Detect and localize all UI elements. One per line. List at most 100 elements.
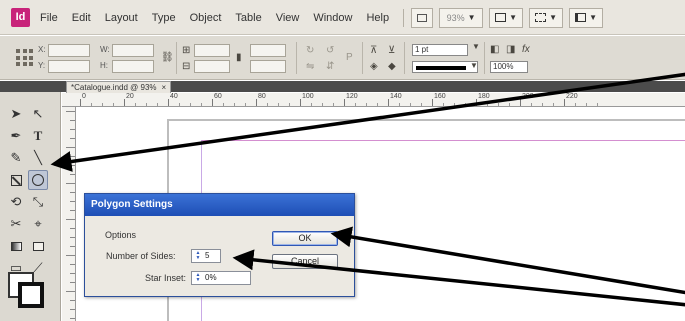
- chevron-down-icon: ▼: [589, 13, 598, 22]
- ruler-subtick: [421, 103, 422, 106]
- shear-field[interactable]: [250, 60, 286, 73]
- select-previous-icon[interactable]: ◈: [370, 61, 378, 72]
- ruler-tick: [66, 255, 75, 256]
- h-field[interactable]: [112, 60, 154, 73]
- ruler-tick: [66, 291, 75, 292]
- document-tab-title: *Catalogue.indd @ 93%: [71, 83, 157, 92]
- arrange-documents-button[interactable]: ▼: [569, 7, 604, 28]
- ruler-subtick: [487, 103, 488, 106]
- view-options-button[interactable]: ▼: [489, 7, 524, 28]
- selection-arrow-icon[interactable]: ➤: [6, 104, 26, 124]
- ruler-tick: [476, 99, 477, 106]
- line-icon[interactable]: ╲: [28, 148, 48, 168]
- ruler-subtick: [190, 103, 191, 106]
- menu-separator: [403, 8, 405, 27]
- ruler-subtick: [234, 103, 235, 106]
- w-field[interactable]: [112, 44, 154, 57]
- number-of-sides-input[interactable]: ▲ ▼ 5: [191, 249, 221, 263]
- chevron-down-icon: ▼: [467, 13, 476, 22]
- ruler-subtick: [498, 103, 499, 106]
- menu-file[interactable]: File: [40, 12, 58, 24]
- ruler-subtick: [333, 103, 334, 106]
- menu-view[interactable]: View: [276, 12, 300, 24]
- drop-shadow-icon[interactable]: ◧: [490, 44, 499, 55]
- cancel-button[interactable]: Cancel: [272, 254, 338, 269]
- polygon-icon[interactable]: [28, 170, 48, 190]
- rotate-90-cw-icon[interactable]: ↻: [306, 45, 314, 56]
- pen-icon[interactable]: ✒: [6, 126, 26, 146]
- ruler-number: 60: [214, 93, 222, 100]
- ruler-number: 140: [390, 93, 402, 100]
- ruler-tick: [70, 201, 75, 202]
- effects-icon[interactable]: ◨: [506, 44, 515, 55]
- ruler-subtick: [586, 103, 587, 106]
- stroke-weight-field[interactable]: 1 pt: [412, 44, 468, 56]
- pencil-icon[interactable]: ✎: [6, 148, 26, 168]
- star-inset-input[interactable]: ▲ ▼ 0%: [191, 271, 251, 285]
- ruler-subtick: [113, 103, 114, 106]
- star-inset-value: 0%: [205, 273, 217, 282]
- ruler-subtick: [267, 103, 268, 106]
- flip-vertical-icon[interactable]: ⇵: [326, 61, 334, 72]
- constrain-proportions-icon[interactable]: ⛓: [161, 52, 174, 63]
- constrain-scale-icon[interactable]: ▮: [236, 52, 242, 63]
- select-content-icon[interactable]: ⊻: [388, 45, 395, 56]
- select-container-icon[interactable]: ⊼: [370, 45, 377, 56]
- ruler-tick: [70, 138, 75, 139]
- reference-point-icon[interactable]: [16, 49, 34, 67]
- ruler-number: 100: [302, 93, 314, 100]
- direct-selection-icon[interactable]: ↖: [28, 104, 48, 124]
- ruler-tick: [70, 120, 75, 121]
- stepper-icon[interactable]: ▲ ▼: [194, 273, 202, 283]
- menu-window[interactable]: Window: [313, 12, 352, 24]
- ruler-subtick: [91, 103, 92, 106]
- fill-stroke-swatch[interactable]: [8, 272, 44, 308]
- scissors-icon[interactable]: ✂: [6, 214, 26, 234]
- scale-icon[interactable]: ⤡: [28, 192, 48, 212]
- stepper-icon[interactable]: ▲ ▼: [194, 251, 202, 261]
- stroke-weight-dropdown-icon[interactable]: ▼: [472, 42, 480, 51]
- control-separator: [484, 42, 485, 74]
- chevron-down-icon: ▼: [470, 61, 478, 70]
- chevron-down-icon: ▼: [549, 13, 558, 22]
- gradient-feather-icon[interactable]: [28, 236, 48, 256]
- ruler-subtick: [355, 103, 356, 106]
- document-tab[interactable]: *Catalogue.indd @ 93% ×: [66, 81, 172, 93]
- scale-y-icon: ⊟: [182, 61, 191, 72]
- zoom-level-value: 93%: [446, 12, 465, 23]
- gradient-icon[interactable]: [6, 236, 26, 256]
- scale-y-field[interactable]: [194, 60, 230, 73]
- ruler-tick: [344, 99, 345, 106]
- x-field[interactable]: [48, 44, 90, 57]
- fx-icon[interactable]: fx: [522, 44, 530, 55]
- rectangle-frame-icon[interactable]: [6, 170, 26, 190]
- menu-layout[interactable]: Layout: [105, 12, 138, 24]
- menu-help[interactable]: Help: [366, 12, 389, 24]
- scale-x-field[interactable]: [194, 44, 230, 57]
- menu-type[interactable]: Type: [152, 12, 176, 24]
- type-icon[interactable]: T: [28, 126, 48, 146]
- menu-object[interactable]: Object: [190, 12, 222, 24]
- ruler-subtick: [465, 103, 466, 106]
- opacity-field[interactable]: 100%: [490, 61, 528, 73]
- ruler-subtick: [245, 103, 246, 106]
- select-next-icon[interactable]: ◆: [388, 61, 396, 72]
- free-transform-icon[interactable]: ⌖: [28, 214, 48, 234]
- rotation-field[interactable]: [250, 44, 286, 57]
- zoom-level-dropdown[interactable]: 93% ▼: [439, 7, 484, 28]
- screen-mode-button[interactable]: ▼: [529, 7, 564, 28]
- rotate-90-ccw-icon[interactable]: ↺: [326, 45, 334, 56]
- ruler-tick: [388, 99, 389, 106]
- ruler-number: 40: [170, 93, 178, 100]
- y-field[interactable]: [48, 60, 90, 73]
- close-icon[interactable]: ×: [162, 83, 167, 92]
- menu-edit[interactable]: Edit: [72, 12, 91, 24]
- menu-table[interactable]: Table: [235, 12, 261, 24]
- ruler-tick: [70, 210, 75, 211]
- ruler-subtick: [366, 103, 367, 106]
- flip-horizontal-icon[interactable]: ⇋: [306, 61, 314, 72]
- rotate-icon[interactable]: ⟲: [6, 192, 26, 212]
- bridge-button[interactable]: [411, 7, 434, 28]
- ruler-subtick: [399, 103, 400, 106]
- ok-button[interactable]: OK: [272, 231, 338, 246]
